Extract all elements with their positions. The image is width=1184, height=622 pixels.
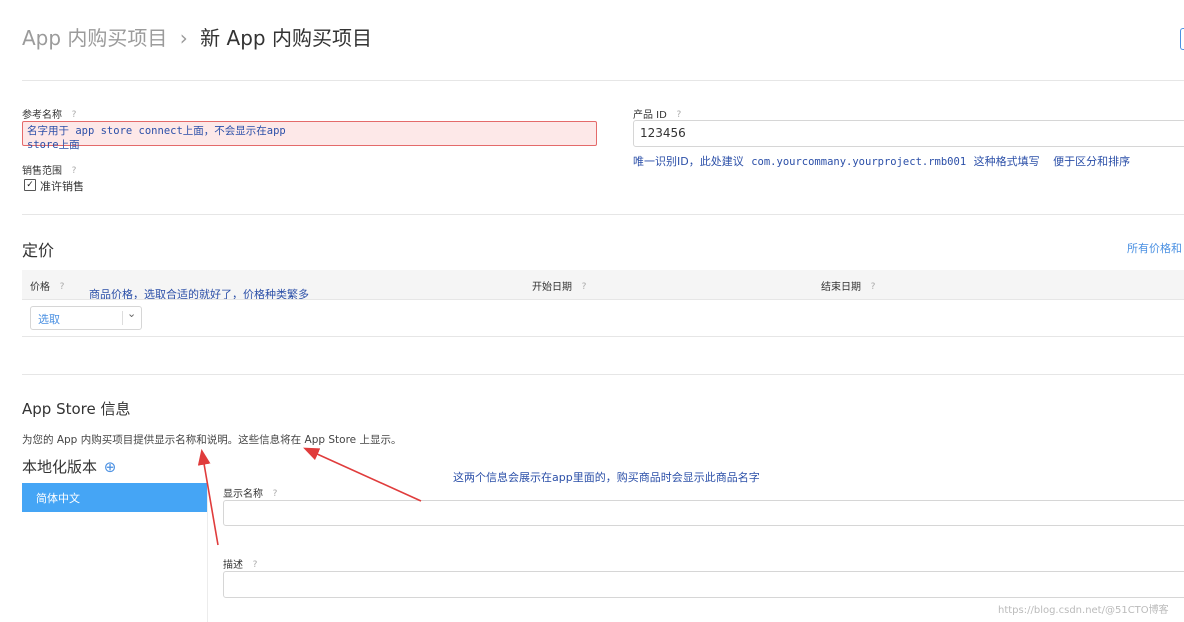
pricing-row-border [22,336,1184,337]
display-name-label: 显示名称? [223,485,281,500]
pricing-header-border [22,299,1184,300]
section-divider-2 [22,374,1184,375]
breadcrumb-separator: › [179,26,188,50]
breadcrumb: App 内购买项目 › 新 App 内购买项目 [22,22,372,51]
product-id-value: 123456 [640,126,686,140]
reference-name-value: 名字用于 app store connect上面，不会显示在app store上… [27,124,286,152]
check-icon: ✓ [26,180,34,190]
add-localization-icon[interactable]: ⊕ [104,458,117,476]
locale-panel-divider [207,483,208,622]
breadcrumb-parent-link[interactable]: App 内购买项目 [22,26,167,50]
sales-range-label: 销售范围? [22,162,80,177]
reference-name-label: 参考名称? [22,106,80,121]
header-divider [22,80,1184,81]
description-input[interactable] [223,571,1184,598]
product-id-input[interactable] [633,120,1184,147]
locale-item-label: 简体中文 [36,492,80,505]
all-prices-link[interactable]: 所有价格和 [1127,240,1182,256]
help-icon[interactable]: ? [269,488,281,500]
help-icon[interactable]: ? [249,559,261,571]
localization-title: 本地化版本 ⊕ [22,458,117,476]
product-id-annotation: 唯一识别ID，此处建议 com.yourcommany.yourproject.… [633,155,1131,168]
reference-value-line1: 名字用于 app store connect上面，不会显示在app [27,125,286,137]
arrow-to-description [303,447,422,502]
allow-sales-checkbox[interactable]: ✓ [24,179,36,191]
locale-list-item[interactable]: 简体中文 [22,483,207,512]
appstore-annotation: 这两个信息会展示在app里面的，购买商品时会显示此商品名字 [453,471,760,484]
description-label: 描述? [223,556,261,571]
appstore-info-description: 为您的 App 内购买项目提供显示名称和说明。这些信息将在 App Store … [22,434,402,446]
reference-value-line2: store上面 [27,139,80,151]
help-icon[interactable]: ? [56,281,68,293]
allow-sales-label: 准许销售 [40,180,84,193]
end-date-column-header: 结束日期? [821,278,879,293]
page-title: 新 App 内购买项目 [200,26,372,50]
price-column-header: 价格? [30,278,68,293]
section-divider-1 [22,214,1184,215]
help-icon[interactable]: ? [68,109,80,121]
start-date-column-header: 开始日期? [532,278,590,293]
watermark: https://blog.csdn.net/@51CTO博客 [998,605,1169,616]
price-select-value: 选取 [38,313,60,326]
help-icon[interactable]: ? [867,281,879,293]
product-id-label: 产品 ID? [633,106,685,121]
help-icon[interactable]: ? [578,281,590,293]
header-right-control[interactable] [1180,28,1184,50]
annotation-arrows [197,447,422,546]
chevron-down-icon: ⌄ [127,307,137,320]
appstore-info-title: App Store 信息 [22,400,131,418]
select-divider [122,311,123,325]
price-select[interactable]: 选取 ⌄ [30,306,142,330]
pricing-title: 定价 [22,241,55,260]
help-icon[interactable]: ? [68,165,80,177]
display-name-input[interactable] [223,500,1184,526]
